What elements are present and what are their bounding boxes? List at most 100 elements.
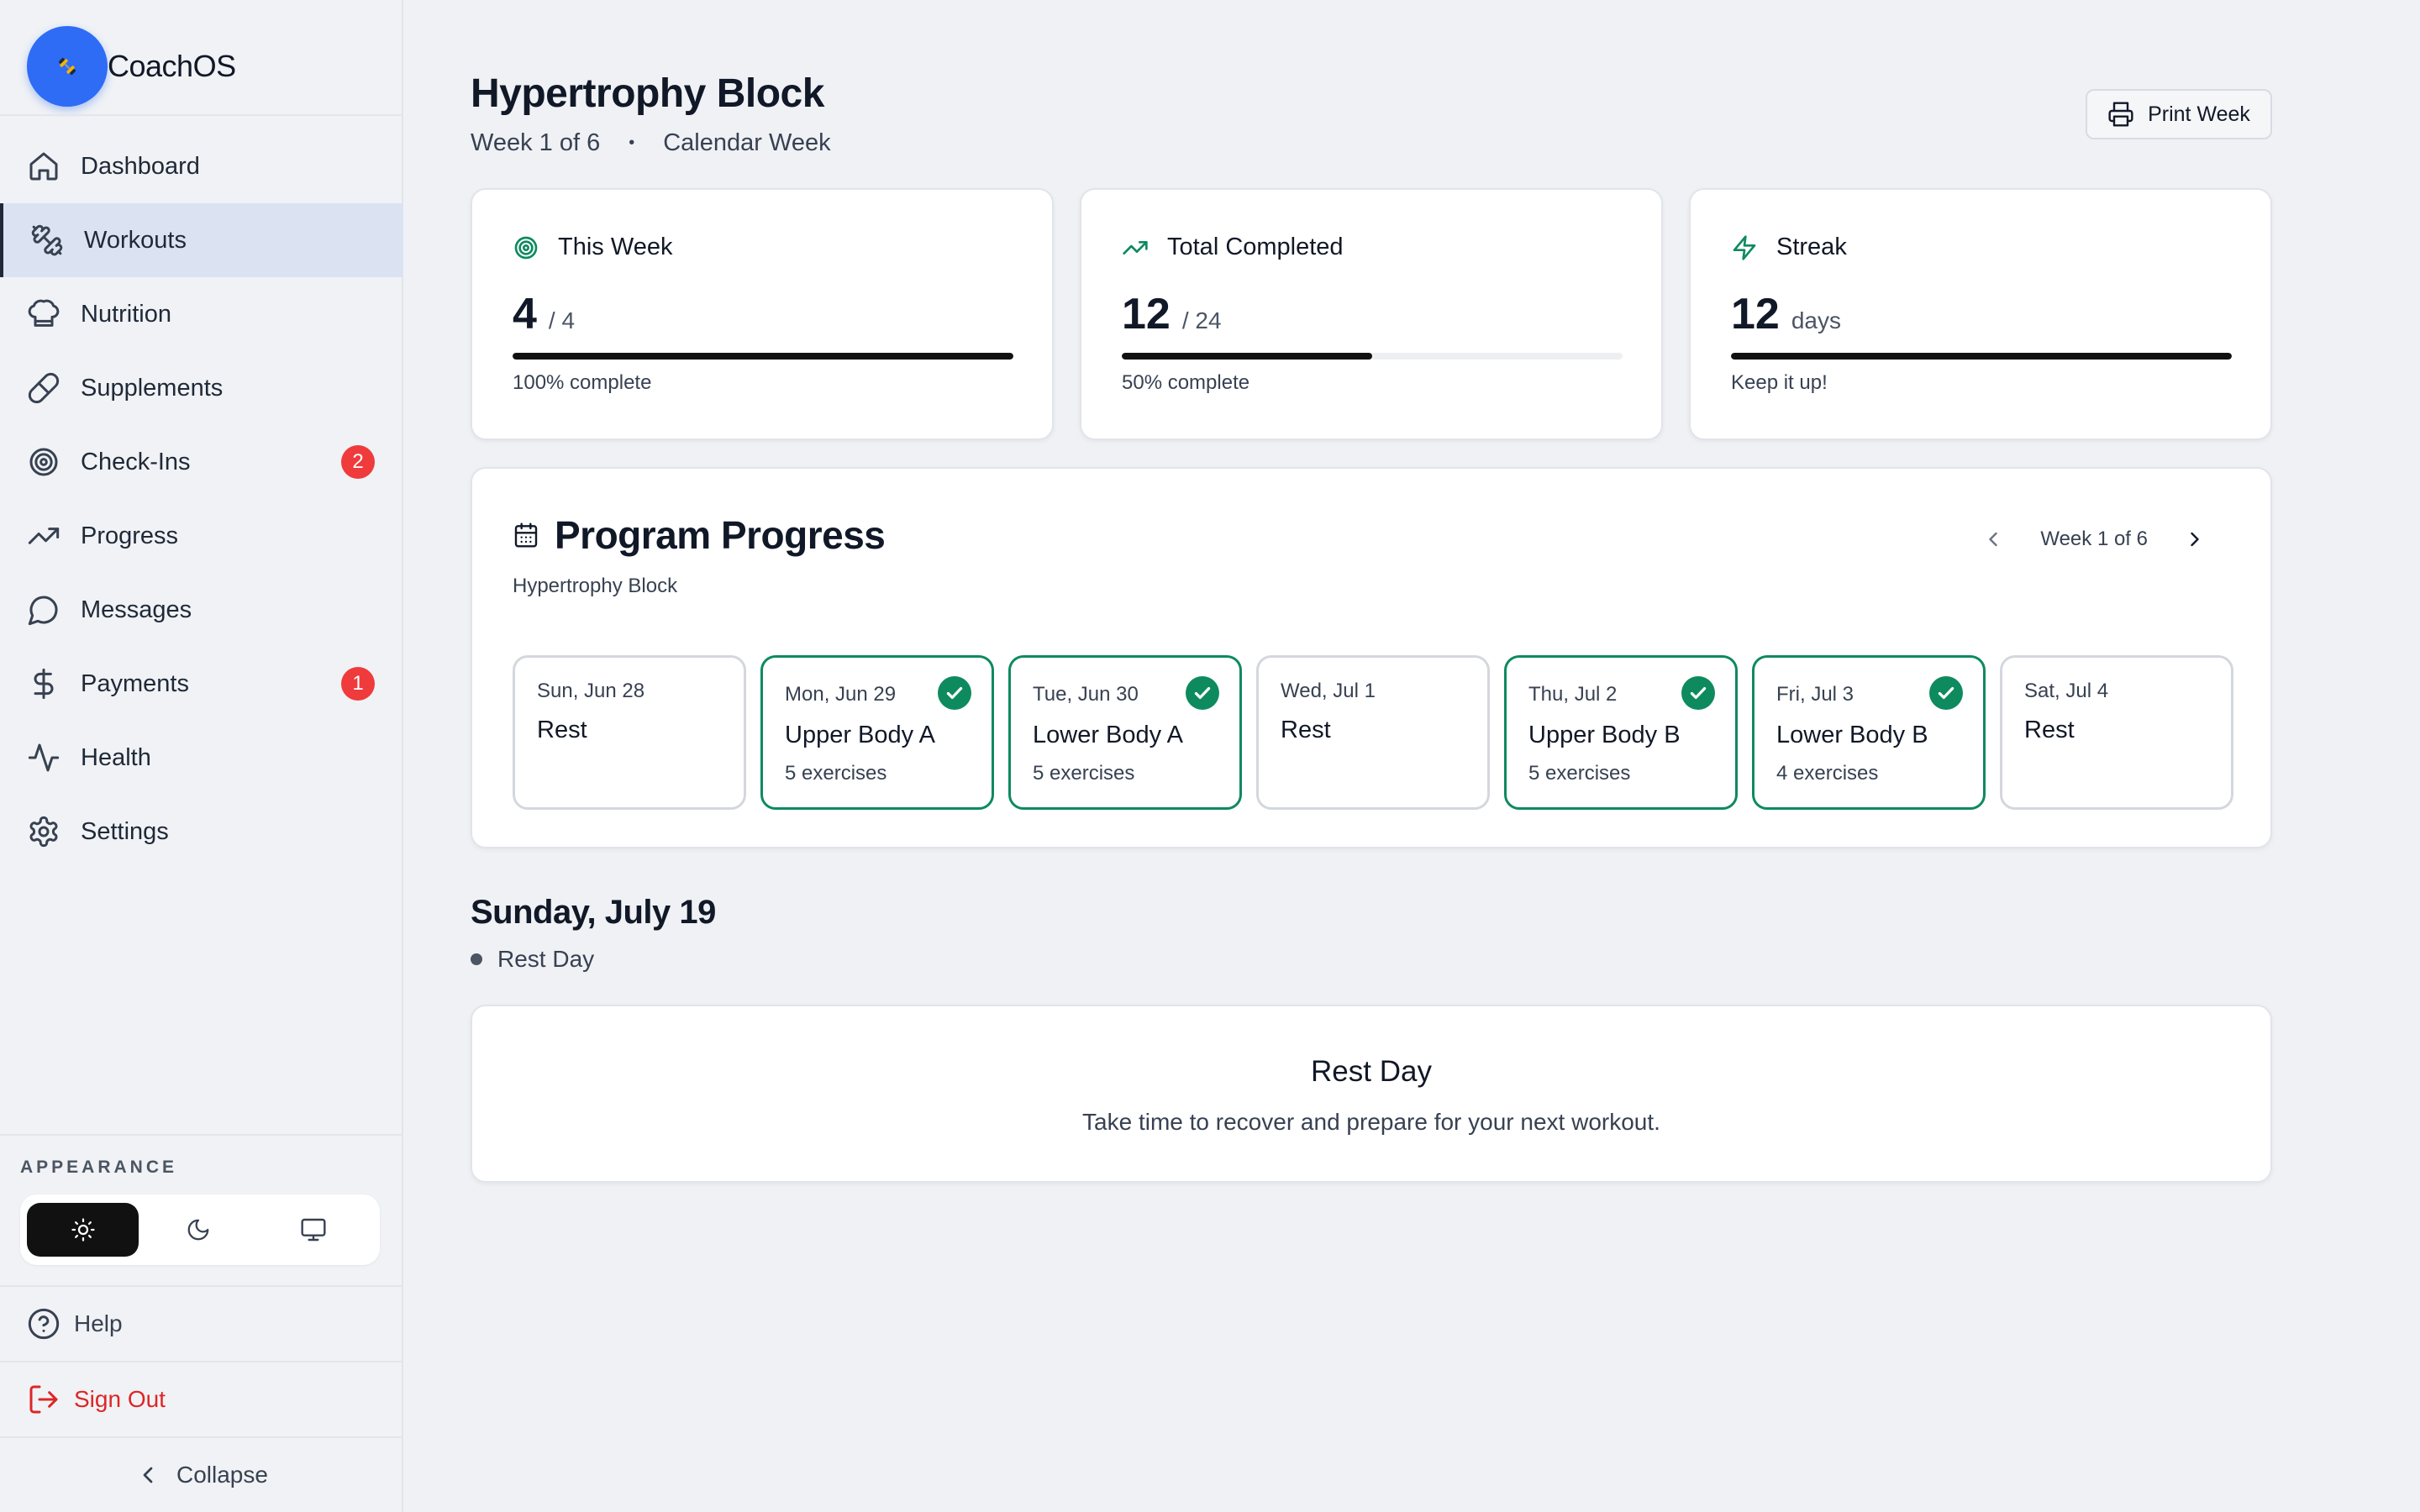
stat-header: This Week xyxy=(513,234,672,261)
stat-card-total-completed: Total Completed 12 / 24 50% complete xyxy=(1080,188,1663,440)
stat-card-streak: Streak 12 days Keep it up! xyxy=(1689,188,2272,440)
sidebar-item-nutrition[interactable]: Nutrition xyxy=(0,277,403,351)
week-navigator: Week 1 of 6 xyxy=(1976,522,2212,556)
theme-light-button[interactable] xyxy=(27,1203,139,1257)
sidebar-item-label: Settings xyxy=(81,817,169,845)
stat-card-this-week: This Week 4 / 4 100% complete xyxy=(471,188,1054,440)
progress-bar xyxy=(1731,353,2232,360)
day-date: Sat, Jul 4 xyxy=(2024,680,2109,702)
trending-up-icon xyxy=(28,528,60,544)
day-date: Thu, Jul 2 xyxy=(1528,683,1618,706)
day-type-label: Rest Day xyxy=(497,946,595,972)
stat-unit: / 24 xyxy=(1181,307,1222,333)
moon-icon xyxy=(187,1219,209,1241)
progress-bar xyxy=(513,353,1013,360)
sidebar-item-dashboard[interactable]: Dashboard xyxy=(0,129,403,203)
help-circle-icon xyxy=(28,1308,60,1340)
progress-bar xyxy=(1122,353,1623,360)
week-days: Sun, Jun 28 Rest Mon, Jun 29 Upper Body … xyxy=(513,655,2233,810)
sidebar-item-label: Payments xyxy=(81,669,189,697)
sidebar-item-payments[interactable]: Payments 1 xyxy=(0,647,403,721)
sidebar-item-messages[interactable]: Messages xyxy=(0,573,403,647)
log-out-icon xyxy=(29,1385,58,1414)
prev-week-button[interactable] xyxy=(1976,522,2010,556)
day-card-thu[interactable]: Thu, Jul 2 Upper Body B 5 exercises xyxy=(1504,655,1738,810)
sidebar-nav: Dashboard Workouts Nutrition Supplements… xyxy=(0,129,403,869)
theme-system-button[interactable] xyxy=(258,1203,370,1257)
day-title: Rest xyxy=(1281,717,1331,743)
print-week-button[interactable]: Print Week xyxy=(2086,89,2272,139)
pill-icon xyxy=(28,372,60,404)
theme-dark-button[interactable] xyxy=(142,1203,254,1257)
day-card-fri[interactable]: Fri, Jul 3 Lower Body B 4 exercises xyxy=(1752,655,1986,810)
selected-date-heading: Sunday, July 19 xyxy=(471,894,716,931)
sidebar-item-label: Dashboard xyxy=(81,152,200,180)
day-date: Wed, Jul 1 xyxy=(1281,680,1376,702)
zap-icon xyxy=(1733,234,1756,260)
sidebar-item-label: Workouts xyxy=(84,226,187,254)
help-label: Help xyxy=(74,1310,123,1336)
stat-unit: days xyxy=(1791,307,1841,333)
day-exercises: 4 exercises xyxy=(1776,762,1879,785)
day-card-mon[interactable]: Mon, Jun 29 Upper Body A 5 exercises xyxy=(760,655,994,810)
print-week-label: Print Week xyxy=(2148,102,2250,126)
help-button[interactable]: Help xyxy=(27,1287,123,1361)
notification-badge: 2 xyxy=(341,445,375,479)
sidebar-item-workouts[interactable]: Workouts xyxy=(0,203,403,277)
monitor-icon xyxy=(301,1218,326,1242)
day-exercises: 5 exercises xyxy=(785,762,887,785)
sidebar-item-progress[interactable]: Progress xyxy=(0,499,403,573)
day-card-wed[interactable]: Wed, Jul 1 Rest xyxy=(1256,655,1490,810)
sidebar-item-supplements[interactable]: Supplements xyxy=(0,351,403,425)
day-title: Upper Body B xyxy=(1528,722,1681,748)
progress-bar-fill xyxy=(513,353,1013,360)
sidebar-item-check-ins[interactable]: Check-Ins 2 xyxy=(0,425,403,499)
day-card-sun[interactable]: Sun, Jun 28 Rest xyxy=(513,655,746,810)
sidebar-item-label: Supplements xyxy=(81,374,224,402)
check-circle-icon xyxy=(1186,676,1219,710)
view-mode: Calendar Week xyxy=(663,129,831,156)
chevron-right-icon xyxy=(2191,532,2199,547)
day-card-tue[interactable]: Tue, Jun 30 Lower Body A 5 exercises xyxy=(1008,655,1242,810)
rest-day-description: Take time to recover and prepare for you… xyxy=(1082,1109,1660,1135)
divider xyxy=(0,114,403,116)
stat-note: Keep it up! xyxy=(1731,371,1828,394)
stat-header: Total Completed xyxy=(1122,234,1344,261)
day-title: Upper Body A xyxy=(785,722,935,748)
sidebar-item-label: Messages xyxy=(81,596,192,623)
gear-icon xyxy=(29,816,58,848)
day-date: Mon, Jun 29 xyxy=(785,683,897,706)
dumbbell-icon xyxy=(31,224,63,256)
theme-switch xyxy=(20,1194,380,1265)
sidebar-item-settings[interactable]: Settings xyxy=(0,795,403,869)
stat-value: 12 days xyxy=(1731,289,1841,339)
target-icon xyxy=(29,448,58,476)
next-week-button[interactable] xyxy=(2178,522,2212,556)
stat-label: This Week xyxy=(558,234,673,260)
sign-out-button[interactable]: Sign Out xyxy=(27,1362,166,1436)
brand[interactable]: CoachOS xyxy=(27,25,236,108)
dollar-icon xyxy=(34,668,54,700)
sun-icon xyxy=(71,1218,95,1242)
check-circle-icon xyxy=(938,676,971,710)
brand-logo-icon xyxy=(27,26,108,107)
collapse-label: Collapse xyxy=(176,1462,268,1488)
collapse-button[interactable]: Collapse xyxy=(134,1438,268,1512)
stat-label: Streak xyxy=(1776,234,1847,260)
stat-unit: / 4 xyxy=(548,307,576,333)
week-label: Week 1 of 6 xyxy=(2040,528,2148,550)
day-title: Rest xyxy=(537,717,587,743)
rest-day-card: Rest Day Take time to recover and prepar… xyxy=(471,1005,2272,1183)
sidebar: CoachOS Dashboard Workouts Nutrition Sup… xyxy=(0,0,403,1512)
brand-name: CoachOS xyxy=(108,49,236,83)
stat-note: 100% complete xyxy=(513,371,652,394)
stat-number: 12 xyxy=(1122,290,1171,339)
calendar-icon xyxy=(514,522,538,548)
sidebar-item-health[interactable]: Health xyxy=(0,721,403,795)
chevron-left-icon xyxy=(143,1467,153,1483)
sidebar-item-label: Progress xyxy=(81,522,179,549)
stat-label: Total Completed xyxy=(1167,234,1344,260)
trending-up-icon xyxy=(1123,240,1148,255)
day-card-sat[interactable]: Sat, Jul 4 Rest xyxy=(2000,655,2233,810)
day-title: Lower Body B xyxy=(1776,722,1928,748)
